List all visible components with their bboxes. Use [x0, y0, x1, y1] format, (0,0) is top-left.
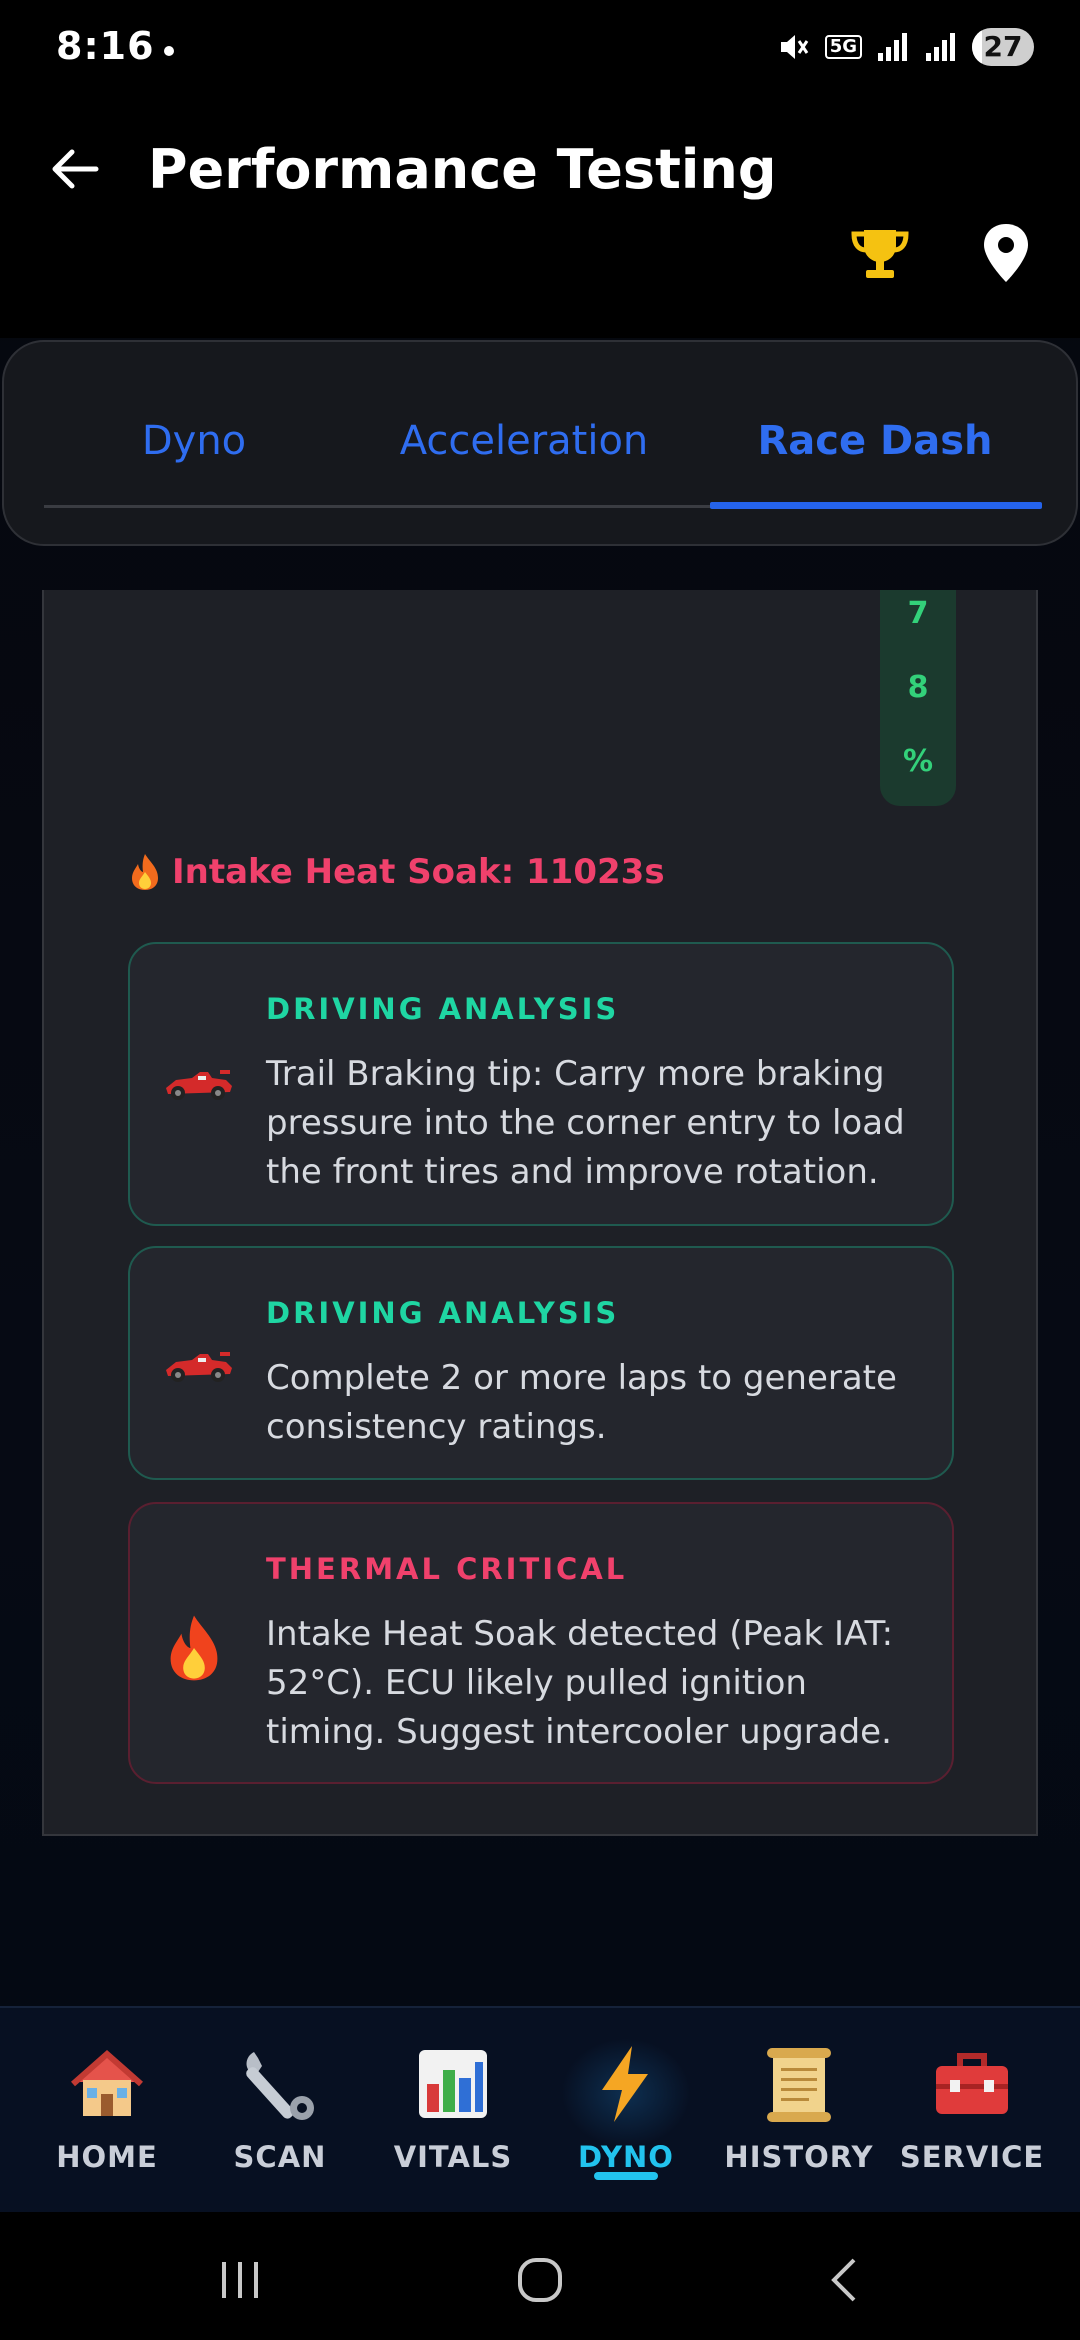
fire-icon [170, 1615, 218, 1681]
wrench-icon [246, 2052, 314, 2120]
active-nav-indicator [594, 2172, 658, 2180]
status-time: 8:16 [56, 24, 155, 68]
notification-dot-icon [164, 46, 174, 56]
nav-vitals[interactable]: VITALS [368, 2008, 538, 2214]
active-tab-indicator [710, 502, 1042, 509]
scroll-icon [767, 2048, 831, 2122]
insight-card: DRIVING ANALYSIS Complete 2 or more laps… [128, 1246, 954, 1480]
mute-icon [780, 35, 808, 59]
heat-soak-alert: Intake Heat Soak: 11023s [128, 852, 665, 892]
heat-soak-text: Intake Heat Soak: 11023s [172, 852, 665, 892]
tab-race-dash[interactable]: Race Dash [710, 418, 1040, 488]
bottom-nav: HOME SCAN VITALS DYNO HISTORY SERVICE [0, 2006, 1080, 2212]
signal-icon [878, 33, 907, 61]
percent-digit: 7 [907, 596, 929, 631]
insight-card: DRIVING ANALYSIS Trail Braking tip: Carr… [128, 942, 954, 1226]
app-screen: 8:16 5G 27 Performance Testing Dyno Acce… [0, 0, 1080, 2340]
back-arrow-icon[interactable] [46, 140, 104, 198]
card-text: Trail Braking tip: Carry more braking pr… [266, 1054, 905, 1192]
battery-indicator: 27 [972, 28, 1034, 66]
tab-acceleration[interactable]: Acceleration [374, 418, 674, 488]
race-car-icon [166, 1070, 232, 1100]
location-pin-icon[interactable] [980, 222, 1032, 284]
network-type-label: 5G [824, 35, 862, 59]
nav-service[interactable]: SERVICE [887, 2008, 1057, 2214]
tab-bar-card: Dyno Acceleration Race Dash [2, 340, 1078, 546]
fire-icon [132, 854, 158, 890]
nav-scan[interactable]: SCAN [195, 2008, 365, 2214]
race-dash-panel: 7 8 % Intake Heat Soak: 11023s DRIVING A… [42, 590, 1038, 1836]
nav-label: HOME [56, 2140, 158, 2174]
system-nav-bar [0, 2212, 1080, 2340]
percent-badge: 7 8 % [880, 590, 956, 806]
lightning-icon [602, 2046, 648, 2122]
nav-label: SCAN [233, 2140, 327, 2174]
trophy-icon[interactable] [850, 224, 910, 284]
toolbox-icon [936, 2053, 1008, 2114]
nav-dyno[interactable]: DYNO [541, 2008, 711, 2214]
home-circle-icon[interactable] [510, 2250, 570, 2310]
nav-label: DYNO [578, 2140, 674, 2174]
status-bar: 8:16 5G 27 [0, 0, 1080, 86]
percent-digit: 8 [907, 670, 929, 705]
card-text: Complete 2 or more laps to generate cons… [266, 1358, 897, 1447]
page-title: Performance Testing [148, 138, 777, 201]
nav-label: HISTORY [724, 2140, 874, 2174]
app-header [0, 86, 1080, 338]
card-text: Intake Heat Soak detected (Peak IAT: 52°… [266, 1614, 894, 1752]
insight-card: THERMAL CRITICAL Intake Heat Soak detect… [128, 1502, 954, 1784]
nav-home[interactable]: HOME [22, 2008, 192, 2214]
back-chevron-icon[interactable] [816, 2250, 876, 2310]
house-icon [71, 2049, 143, 2116]
status-icons: 5G 27 [777, 28, 1034, 66]
race-car-icon [166, 1352, 232, 1382]
card-title: DRIVING ANALYSIS [266, 992, 620, 1026]
percent-symbol: % [902, 744, 934, 779]
tab-dyno[interactable]: Dyno [104, 418, 284, 488]
bar-chart-icon [419, 2050, 487, 2118]
nav-label: VITALS [393, 2140, 513, 2174]
card-title: DRIVING ANALYSIS [266, 1296, 620, 1330]
nav-label: SERVICE [899, 2140, 1045, 2174]
tab-bar: Dyno Acceleration Race Dash [44, 342, 1042, 509]
card-title: THERMAL CRITICAL [266, 1552, 628, 1586]
signal-icon-2 [926, 33, 955, 61]
recent-apps-icon[interactable] [210, 2250, 270, 2310]
battery-level: 27 [983, 30, 1023, 63]
nav-history[interactable]: HISTORY [714, 2008, 884, 2214]
